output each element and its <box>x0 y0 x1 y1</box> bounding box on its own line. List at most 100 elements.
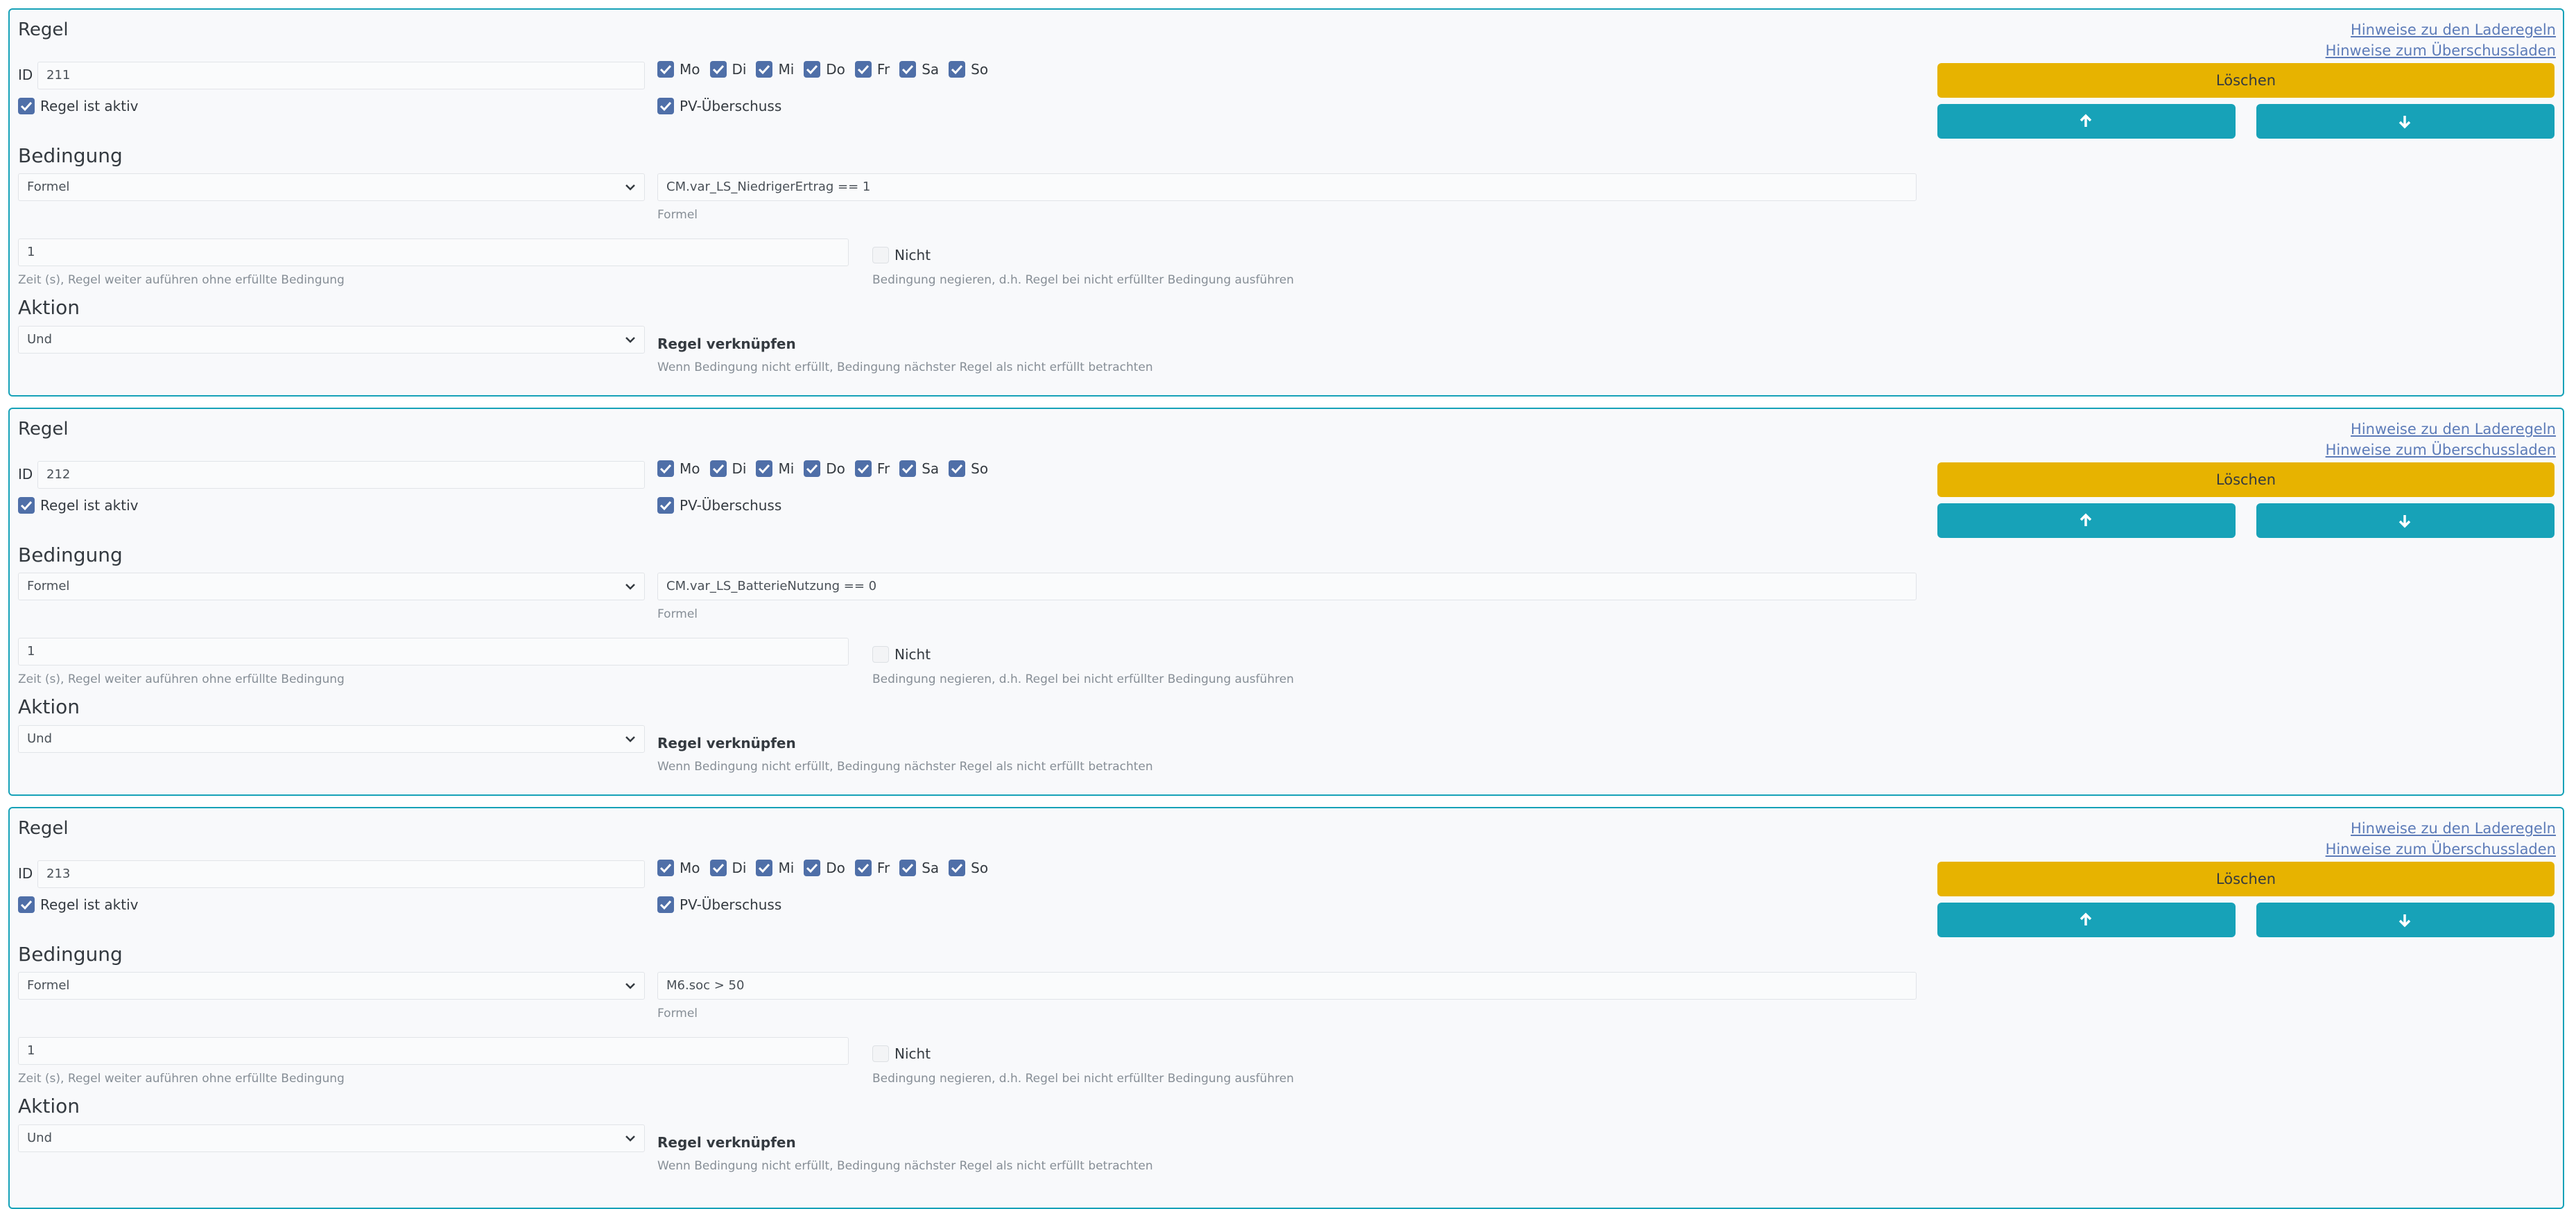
check-icon <box>806 863 818 873</box>
arrow-down-icon <box>2398 116 2411 129</box>
day-checkbox[interactable] <box>756 61 773 78</box>
arrow-down-icon <box>2398 914 2411 928</box>
check-icon <box>759 64 770 75</box>
id-input[interactable]: 213 <box>37 860 645 888</box>
delay-hint: Zeit (s), Regel weiter auführen ohne erf… <box>18 1072 345 1086</box>
day-checkbox[interactable] <box>949 460 966 477</box>
check-icon <box>806 64 818 75</box>
move-up-button[interactable] <box>1937 104 2236 139</box>
active-checkbox[interactable] <box>18 98 35 114</box>
negate-checkbox[interactable] <box>872 646 889 663</box>
help-link-charge-rules[interactable]: Hinweise zu den Laderegeln <box>2326 419 2556 440</box>
id-input[interactable]: 212 <box>37 461 645 489</box>
delay-input[interactable]: 1 <box>18 238 849 266</box>
help-link-surplus[interactable]: Hinweise zum Überschussladen <box>2326 40 2556 61</box>
day-label: Do <box>826 61 845 78</box>
active-checkbox[interactable] <box>18 497 35 514</box>
link-label: Regel verknüpfen <box>657 735 796 751</box>
condition-type-select[interactable]: Formel <box>18 573 645 600</box>
link-hint: Wenn Bedingung nicht erfüllt, Bedingung … <box>657 1159 1153 1173</box>
delay-hint: Zeit (s), Regel weiter auführen ohne erf… <box>18 672 345 686</box>
day-checkbox[interactable] <box>804 860 821 876</box>
check-icon <box>902 64 914 75</box>
delete-button[interactable]: Löschen <box>1937 63 2555 98</box>
move-down-button[interactable] <box>2256 104 2555 139</box>
move-up-button[interactable] <box>1937 903 2236 937</box>
check-icon <box>759 464 770 474</box>
formula-input[interactable]: CM.var_LS_NiedrigerErtrag == 1 <box>657 173 1917 201</box>
pv-toggle: PV-Überschuss <box>657 497 791 514</box>
action-select[interactable]: Und <box>18 1124 645 1152</box>
action-value: Und <box>27 332 53 347</box>
day-label: Mo <box>680 460 700 477</box>
active-checkbox[interactable] <box>18 896 35 913</box>
delete-button[interactable]: Löschen <box>1937 862 2555 896</box>
negate-hint: Bedingung negieren, d.h. Regel bei nicht… <box>872 672 1295 686</box>
chevron-down-icon <box>625 184 635 191</box>
id-input[interactable]: 211 <box>37 62 645 89</box>
active-toggle: Regel ist aktiv <box>18 896 148 913</box>
day-checkbox[interactable] <box>854 860 872 876</box>
condition-type-select[interactable]: Formel <box>18 972 645 1000</box>
day-checkbox[interactable] <box>709 860 727 876</box>
check-icon <box>20 900 33 910</box>
day-checkbox[interactable] <box>657 860 674 876</box>
day-checkbox[interactable] <box>854 460 872 477</box>
day-checkbox[interactable] <box>804 61 821 78</box>
check-icon <box>902 863 914 873</box>
link-hint: Wenn Bedingung nicht erfüllt, Bedingung … <box>657 760 1153 774</box>
condition-type-select[interactable]: Formel <box>18 173 645 201</box>
day-label: Fr <box>876 860 890 876</box>
day-checkbox[interactable] <box>899 460 917 477</box>
pv-checkbox[interactable] <box>657 497 674 514</box>
help-link-charge-rules[interactable]: Hinweise zu den Laderegeln <box>2326 818 2556 839</box>
delay-input[interactable]: 1 <box>18 1037 849 1065</box>
help-link-surplus[interactable]: Hinweise zum Überschussladen <box>2326 440 2556 460</box>
day-checkbox[interactable] <box>899 860 917 876</box>
check-icon <box>951 863 963 873</box>
day-checkbox[interactable] <box>756 860 773 876</box>
condition-heading: Bedingung <box>18 144 123 167</box>
negate-toggle: Nicht <box>872 247 940 263</box>
day-checkbox[interactable] <box>899 61 917 78</box>
help-link-charge-rules[interactable]: Hinweise zu den Laderegeln <box>2326 19 2556 40</box>
negate-checkbox[interactable] <box>872 1045 889 1062</box>
day-label: Mi <box>778 860 795 876</box>
action-value: Und <box>27 1131 53 1145</box>
negate-checkbox[interactable] <box>872 247 889 263</box>
check-icon <box>712 863 724 873</box>
chevron-down-icon <box>625 584 635 590</box>
move-down-button[interactable] <box>2256 503 2555 538</box>
help-link-surplus[interactable]: Hinweise zum Überschussladen <box>2326 839 2556 860</box>
action-select[interactable]: Und <box>18 326 645 354</box>
day-checkbox[interactable] <box>949 61 966 78</box>
action-select[interactable]: Und <box>18 725 645 753</box>
help-links: Hinweise zu den Laderegeln Hinweise zum … <box>2326 19 2556 61</box>
delay-input[interactable]: 1 <box>18 638 849 666</box>
day-label: Sa <box>922 860 940 876</box>
day-checkbox[interactable] <box>949 860 966 876</box>
negate-label: Nicht <box>894 646 931 663</box>
move-up-button[interactable] <box>1937 503 2236 538</box>
check-icon <box>712 464 724 474</box>
day-label: Mo <box>680 860 700 876</box>
check-icon <box>659 900 672 910</box>
day-checkbox[interactable] <box>854 61 872 78</box>
pv-checkbox[interactable] <box>657 896 674 913</box>
action-heading: Aktion <box>18 1095 80 1117</box>
day-checkbox[interactable] <box>756 460 773 477</box>
day-checkbox[interactable] <box>657 460 674 477</box>
delete-button[interactable]: Löschen <box>1937 462 2555 497</box>
day-checkbox[interactable] <box>709 460 727 477</box>
day-label: Do <box>826 860 845 876</box>
day-checkbox[interactable] <box>709 61 727 78</box>
day-checkbox[interactable] <box>657 61 674 78</box>
day-label: Di <box>732 61 747 78</box>
negate-hint: Bedingung negieren, d.h. Regel bei nicht… <box>872 273 1295 287</box>
formula-input[interactable]: M6.soc > 50 <box>657 972 1917 1000</box>
pv-checkbox[interactable] <box>657 98 674 114</box>
day-checkbox[interactable] <box>804 460 821 477</box>
arrow-up-icon <box>2080 114 2092 127</box>
move-down-button[interactable] <box>2256 903 2555 937</box>
formula-input[interactable]: CM.var_LS_BatterieNutzung == 0 <box>657 573 1917 600</box>
